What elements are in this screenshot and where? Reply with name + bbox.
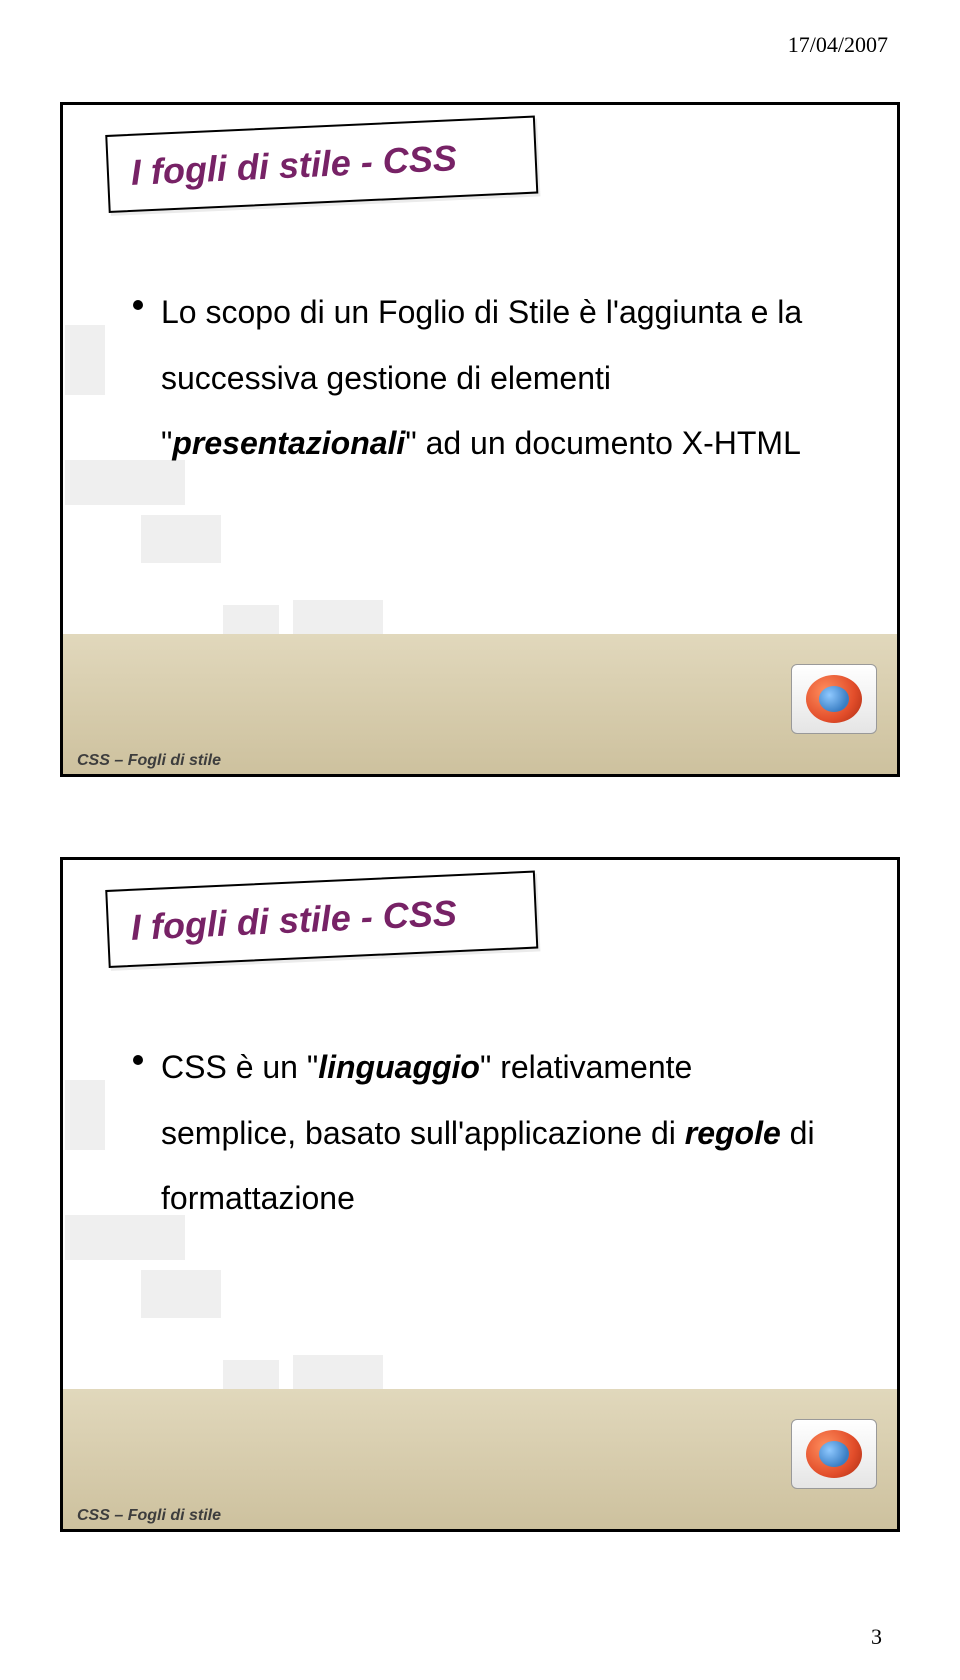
slide-title-frame: I fogli di stile - CSS bbox=[107, 135, 537, 225]
slide-footer-bar: CSS – Fogli di stile bbox=[63, 1389, 897, 1529]
logo-icon bbox=[791, 1419, 877, 1489]
slide-title: I fogli di stile - CSS bbox=[130, 137, 458, 194]
footer-label: CSS – Fogli di stile bbox=[77, 1507, 221, 1525]
page-number: 3 bbox=[871, 1624, 882, 1650]
bullet-icon bbox=[133, 1055, 143, 1065]
text-span: CSS è un " bbox=[161, 1049, 318, 1085]
slide-1: CSS – Fogli di stile I fogli di stile - … bbox=[60, 102, 900, 777]
footer-label: CSS – Fogli di stile bbox=[77, 752, 221, 770]
slide-body: Lo scopo di un Foglio di Stile è l'aggiu… bbox=[133, 280, 827, 489]
page: 17/04/2007 CSS – Fogli di stile I fogli … bbox=[0, 0, 960, 1680]
bullet-item: Lo scopo di un Foglio di Stile è l'aggiu… bbox=[133, 280, 827, 477]
slide-2: CSS – Fogli di stile I fogli di stile - … bbox=[60, 857, 900, 1532]
slide-footer-bar: CSS – Fogli di stile bbox=[63, 634, 897, 774]
text-emph: linguaggio bbox=[318, 1049, 480, 1085]
text-span: " ad un documento X-HTML bbox=[405, 425, 801, 461]
slide-title-frame: I fogli di stile - CSS bbox=[107, 890, 537, 980]
logo-icon bbox=[791, 664, 877, 734]
text-emph: regole bbox=[685, 1115, 781, 1151]
slide-body: CSS è un "linguaggio" relativamente semp… bbox=[133, 1035, 827, 1244]
text-emph: presentazionali bbox=[172, 425, 405, 461]
slide-title: I fogli di stile - CSS bbox=[130, 892, 458, 949]
bullet-item: CSS è un "linguaggio" relativamente semp… bbox=[133, 1035, 827, 1232]
bullet-text: Lo scopo di un Foglio di Stile è l'aggiu… bbox=[161, 280, 827, 477]
bullet-icon bbox=[133, 300, 143, 310]
bullet-text: CSS è un "linguaggio" relativamente semp… bbox=[161, 1035, 827, 1232]
header-date: 17/04/2007 bbox=[788, 32, 888, 58]
